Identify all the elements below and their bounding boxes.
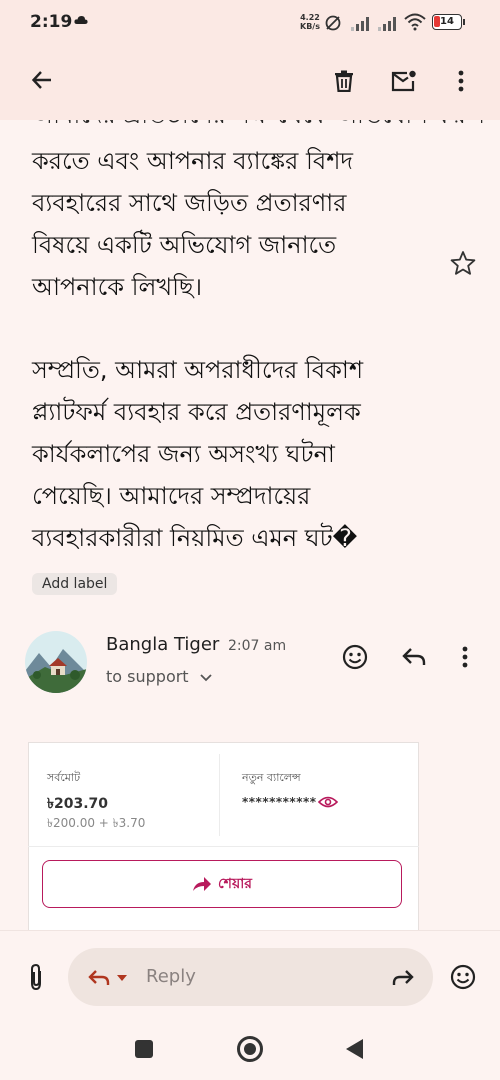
divider [28, 846, 419, 847]
app-bar [0, 46, 500, 120]
forward-icon [392, 970, 414, 985]
attachment-icon [31, 963, 41, 991]
text-line: প্ল্যাটফর্ম ব্যবহার করে প্রতারণামূলক [32, 398, 361, 426]
sender-name: Bangla Tiger [106, 634, 220, 655]
signal-icon [378, 17, 396, 31]
emoji-icon [342, 644, 368, 670]
share-label: শেয়ার [218, 876, 252, 892]
more-options-button[interactable] [446, 66, 476, 96]
reply-type-dropdown[interactable] [82, 964, 134, 992]
reply-button[interactable] [398, 642, 430, 672]
total-label: সর্বমোট [47, 771, 81, 784]
home-button[interactable] [237, 1036, 263, 1062]
star-button[interactable] [448, 248, 478, 278]
delete-icon [335, 70, 353, 92]
divider [219, 754, 220, 836]
avatar[interactable] [25, 631, 87, 693]
text-line: আপনাকে লিখছি। [32, 273, 203, 301]
share-button[interactable]: শেয়ার [42, 860, 402, 908]
cloud-icon [74, 16, 88, 24]
text-line: ব্যবহারকারীরা নিয়মিত এমন ঘট� [32, 524, 358, 552]
mark-unread-button[interactable] [388, 66, 420, 96]
back-button[interactable] [26, 64, 58, 96]
new-balance-label: নতুন ব্যালেন্স [242, 771, 301, 784]
attach-button[interactable] [22, 962, 50, 992]
react-button[interactable] [340, 642, 370, 672]
chevron-down-icon [200, 673, 212, 681]
total-breakdown: ৳200.00 + ৳3.70 [47, 816, 146, 830]
recipient-details[interactable]: to support [106, 667, 212, 686]
recipient-text: to support [106, 667, 189, 686]
mark-unread-icon [391, 70, 416, 92]
back-arrow-icon [31, 71, 51, 89]
add-label-chip[interactable]: Add label [32, 573, 118, 595]
dropdown-arrow-icon [117, 975, 127, 981]
text-line: বিষয়ে একটি অভিযোগ জানাতে [32, 231, 337, 259]
star-icon [450, 251, 476, 275]
avatar-image [25, 631, 87, 693]
text-line: কার্যকলাপের জন্য অসংখ্য ঘটনা [32, 440, 335, 468]
net-speed: 4.22 KB/s [300, 13, 320, 31]
text-line: করতে এবং আপনার ব্যাঙ্কের বিশদ [32, 147, 354, 175]
signal-icon [351, 17, 369, 31]
share-arrow-icon [193, 877, 211, 891]
text-line: সম্প্রতি, আমরা অপরাধীদের বিকাশ [32, 356, 364, 384]
emoji-icon [450, 964, 476, 990]
new-balance-value: *********** [242, 795, 317, 809]
text-line: ব্যবহারের সাথে জড়িত প্রতারণার [32, 189, 347, 217]
message-time: 2:07 am [228, 638, 287, 654]
more-vert-icon [458, 70, 464, 92]
reply-icon [402, 648, 426, 665]
email-paragraph-1: করতে এবং আপনার ব্যাঙ্কের বিশদ ব্যবহারের … [32, 140, 353, 308]
email-content: আমাদের প্রতিষ্ঠানের পক্ষ থেকে অভিযোগ করু… [0, 120, 500, 930]
status-time: 2:19 [30, 12, 73, 32]
reply-placeholder: Reply [146, 966, 196, 987]
email-paragraph-2: সম্প্রতি, আমরা অপরাধীদের বিকাশ প্ল্যাটফর… [32, 349, 363, 559]
back-nav-button[interactable] [344, 1038, 364, 1060]
emoji-reaction-button[interactable] [448, 962, 478, 992]
total-value: ৳203.70 [47, 796, 108, 812]
more-vert-icon [462, 646, 468, 668]
message-more-button[interactable] [451, 642, 479, 672]
eye-icon[interactable] [318, 795, 338, 809]
battery-icon: 14 [432, 14, 462, 30]
email-cut-line: আমাদের প্রতিষ্ঠানের পক্ষ থেকে অভিযোগ করু… [32, 120, 485, 136]
wifi-icon [404, 13, 426, 31]
reply-icon [88, 970, 110, 985]
delete-button[interactable] [329, 66, 359, 96]
recents-button[interactable] [135, 1040, 153, 1058]
forward-button[interactable] [388, 964, 418, 992]
data-saver-icon [325, 15, 341, 31]
text-line: পেয়েছি। আমাদের সম্প্রদায়ের [32, 482, 311, 510]
